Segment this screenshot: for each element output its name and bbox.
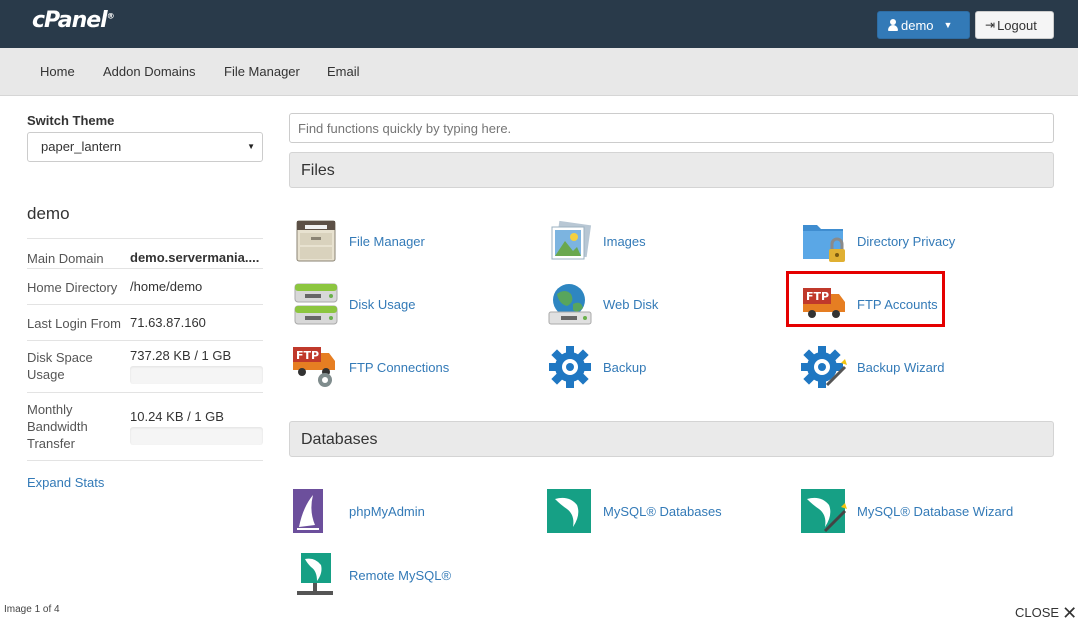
svg-text:FTP: FTP (296, 349, 319, 362)
tool-remote-mysql[interactable]: Remote MySQL® (293, 553, 451, 597)
stat-label: Disk Space Usage (27, 350, 93, 382)
logout-button[interactable]: ⇥ Logout (975, 11, 1054, 39)
image-counter: Image 1 of 4 (4, 604, 60, 615)
user-menu-button[interactable]: demo ▼ (877, 11, 970, 39)
stat-value: 737.28 KB / 1 GB (130, 348, 232, 363)
close-icon: ✕ (1062, 602, 1078, 623)
close-label: CLOSE (1015, 605, 1060, 620)
tool-disk-usage[interactable]: Disk Usage (293, 282, 415, 326)
tool-label: File Manager (349, 233, 425, 249)
ftp-connections-icon: FTP (293, 345, 339, 389)
switch-theme-title: Switch Theme (27, 113, 115, 128)
cpanel-logo[interactable]: cPanel® (32, 8, 115, 33)
tool-web-disk[interactable]: Web Disk (547, 282, 658, 326)
stat-bandwidth: Monthly Bandwidth Transfer 10.24 KB / 1 … (27, 392, 263, 462)
search-input[interactable] (298, 121, 1038, 136)
tool-ftp-connections[interactable]: FTP FTP Connections (293, 345, 449, 389)
file-cabinet-icon (293, 219, 339, 263)
user-menu-label: demo (901, 17, 934, 33)
web-disk-icon (547, 282, 593, 326)
close-button[interactable]: CLOSE ✕ (1015, 602, 1078, 623)
phpmyadmin-icon (293, 489, 339, 533)
top-bar: cPanel® demo ▼ ⇥ Logout (0, 0, 1078, 48)
caret-down-icon: ▼ (943, 20, 953, 30)
caret-down-icon: ▼ (247, 142, 255, 151)
tool-label: Directory Privacy (857, 233, 956, 249)
stat-value: /home/demo (130, 279, 203, 294)
bandwidth-progress (130, 427, 263, 445)
nav-addon-domains[interactable]: Addon Domains (103, 64, 196, 79)
tool-backup-wizard[interactable]: Backup Wizard (801, 345, 944, 389)
tool-label: phpMyAdmin (349, 503, 425, 519)
tool-mysql-database-wizard[interactable]: MySQL® Database Wizard (801, 489, 1013, 533)
theme-select[interactable]: paper_lantern ▼ (27, 132, 263, 162)
stat-disk-space: Disk Space Usage 737.28 KB / 1 GB (27, 340, 263, 392)
tool-label: Images (603, 233, 646, 249)
mysql-wizard-icon (801, 489, 847, 533)
expand-stats-link[interactable]: Expand Stats (27, 475, 104, 490)
stat-label: Monthly Bandwidth Transfer (27, 402, 88, 451)
tool-label: MySQL® Databases (603, 503, 722, 519)
tool-images[interactable]: Images (547, 219, 646, 263)
theme-select-value: paper_lantern (41, 139, 122, 154)
section-header-files[interactable]: Files (289, 152, 1054, 188)
stat-value: 10.24 KB / 1 GB (130, 409, 224, 424)
tool-label: Disk Usage (349, 296, 416, 312)
search-box[interactable] (289, 113, 1054, 143)
stat-value: 71.63.87.160 (130, 315, 206, 330)
images-icon (547, 219, 593, 263)
logout-icon: ⇥ (985, 18, 996, 32)
disk-usage-icon (293, 282, 339, 326)
backup-wizard-icon (801, 345, 847, 389)
tool-mysql-databases[interactable]: MySQL® Databases (547, 489, 722, 533)
tool-label: Web Disk (603, 296, 659, 312)
disk-usage-progress (130, 366, 263, 384)
stat-label: Main Domain (27, 251, 104, 266)
nav-file-manager[interactable]: File Manager (224, 64, 300, 79)
stat-label: Home Directory (27, 280, 118, 295)
remote-mysql-icon (293, 553, 339, 597)
stat-label: Last Login From (27, 316, 121, 331)
user-icon (888, 19, 898, 31)
tool-directory-privacy[interactable]: Directory Privacy (801, 219, 955, 263)
highlight-box (786, 271, 945, 327)
folder-lock-icon (801, 219, 847, 263)
section-header-databases[interactable]: Databases (289, 421, 1054, 457)
tool-phpmyadmin[interactable]: phpMyAdmin (293, 489, 425, 533)
tool-file-manager[interactable]: File Manager (293, 219, 425, 263)
tool-label: Backup (603, 359, 647, 375)
stat-home-directory: Home Directory /home/demo (27, 268, 263, 304)
logout-label: Logout (997, 17, 1037, 33)
nav-home[interactable]: Home (40, 64, 75, 79)
stat-value: demo.servermania.... (130, 250, 260, 265)
stats-divider (27, 460, 263, 461)
stat-last-login: Last Login From 71.63.87.160 (27, 304, 263, 340)
tool-label: FTP Connections (349, 359, 450, 375)
nav-email[interactable]: Email (327, 64, 360, 79)
backup-gear-icon (547, 345, 593, 389)
tool-label: Backup Wizard (857, 359, 945, 375)
mysql-dolphin-icon (547, 489, 593, 533)
tool-backup[interactable]: Backup (547, 345, 646, 389)
breadcrumb-nav: Home Addon Domains File Manager Email (0, 48, 1078, 96)
tool-label: MySQL® Database Wizard (857, 503, 1014, 519)
tool-label: Remote MySQL® (349, 567, 452, 583)
account-name: demo (27, 204, 70, 223)
